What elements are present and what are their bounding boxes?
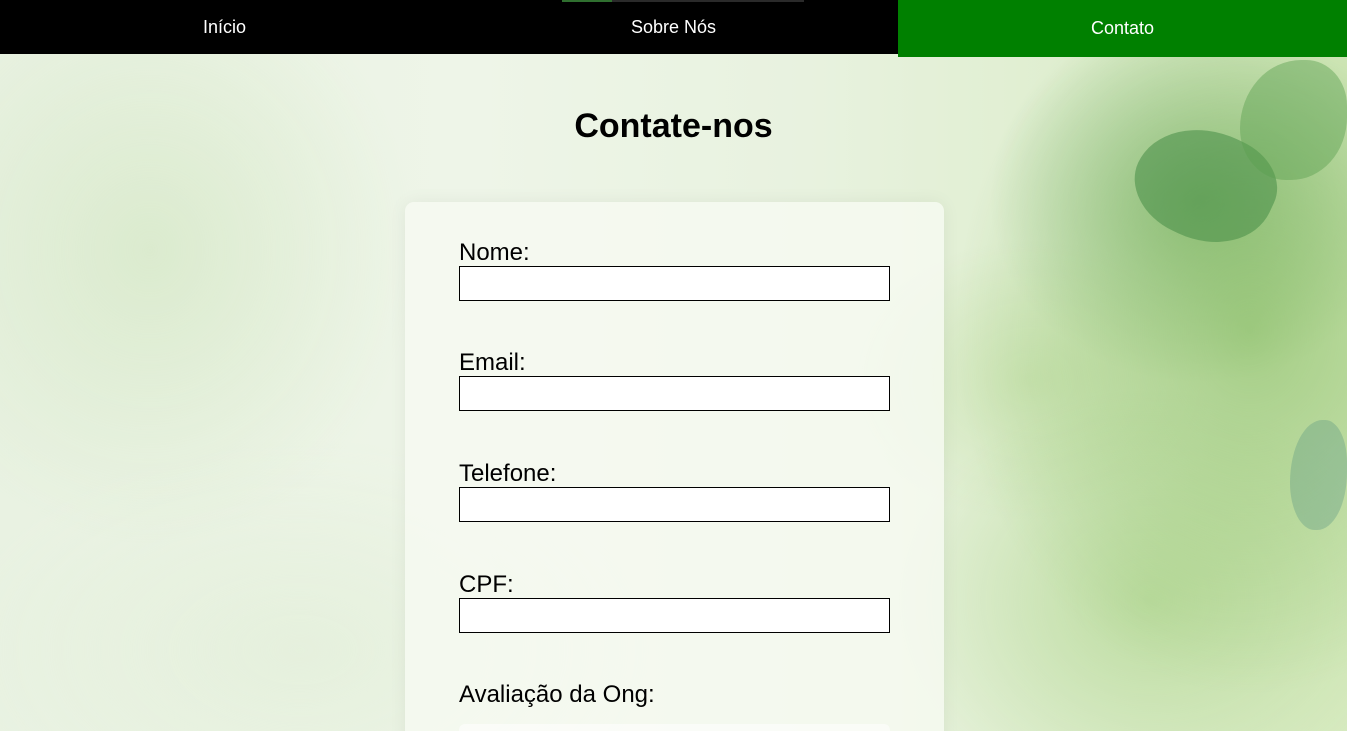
nav-item-inicio[interactable]: Início xyxy=(0,0,449,54)
nav-item-label: Sobre Nós xyxy=(630,16,717,37)
rating-field-label: Avaliação da Ong: xyxy=(459,681,655,708)
rating-field-group: Avaliação da Ong: xyxy=(459,682,655,708)
page-title: Contate-nos xyxy=(574,107,773,145)
email-field-label: Email: xyxy=(459,349,526,376)
phone-field-label: Telefone: xyxy=(459,460,557,487)
name-input[interactable] xyxy=(459,266,890,301)
nav-item-contato[interactable]: Contato xyxy=(898,0,1347,57)
name-field-group: Nome: xyxy=(459,240,890,301)
cpf-input[interactable] xyxy=(459,598,890,633)
phone-input[interactable] xyxy=(459,487,890,522)
contact-form-card: Nome: Email: Telefone: CPF: Avaliação da… xyxy=(405,202,944,731)
phone-field-group: Telefone: xyxy=(459,461,890,522)
nav-item-sobre-nos[interactable]: Sobre Nós xyxy=(449,0,898,54)
top-navigation-bar: Início Sobre Nós Contato xyxy=(0,0,1347,57)
email-field-group: Email: xyxy=(459,350,890,411)
name-field-label: Nome: xyxy=(459,239,530,266)
cpf-field-label: CPF: xyxy=(459,571,514,598)
nav-item-label: Início xyxy=(202,16,247,37)
background-leaf-decoration xyxy=(1290,420,1347,530)
nav-item-label: Contato xyxy=(1090,18,1155,38)
email-input[interactable] xyxy=(459,376,890,411)
nav-hover-indicator-accent xyxy=(562,0,612,2)
cpf-field-group: CPF: xyxy=(459,572,890,633)
rating-select[interactable] xyxy=(459,724,890,731)
